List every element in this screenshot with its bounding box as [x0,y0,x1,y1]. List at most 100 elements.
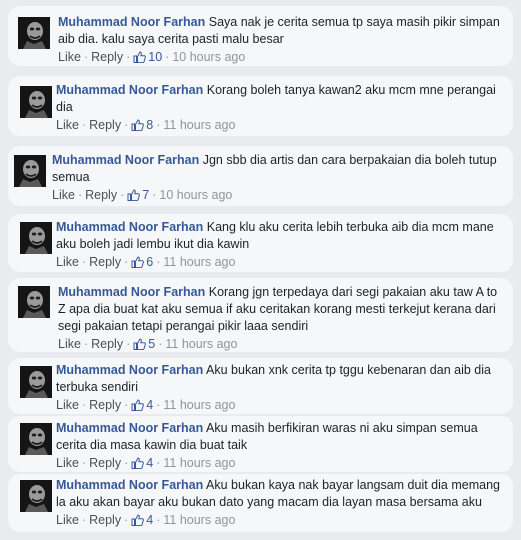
like-count-value: 4 [146,513,154,527]
reply-link[interactable]: Reply [89,118,121,132]
comment: Muhammad Noor Farhan Korang boleh tanya … [8,76,513,136]
separator-dot: · [81,456,87,470]
separator-dot: · [120,188,125,202]
separator-dot: · [126,337,131,351]
timestamp[interactable]: 11 hours ago [163,255,235,269]
thumbs-up-icon [133,338,147,350]
comment-text-line: Muhammad Noor Farhan Aku bukan xnk cerit… [56,362,502,396]
separator-dot: · [81,398,87,412]
timestamp[interactable]: 10 hours ago [159,188,232,202]
timestamp[interactable]: 10 hours ago [172,50,245,64]
avatar[interactable] [20,86,52,118]
comment-text-line: Muhammad Noor Farhan Saya nak je cerita … [58,14,502,48]
timestamp[interactable]: 11 hours ago [165,337,237,351]
avatar[interactable] [20,480,52,512]
author-name-link[interactable]: Muhammad Noor Farhan [52,153,199,167]
comment-actions: Like · Reply · 4 · 11 hours ago [56,512,502,529]
author-name-link[interactable]: Muhammad Noor Farhan [58,15,205,29]
thumbs-up-icon [131,119,145,131]
like-count[interactable]: 7 [127,188,149,202]
thumbs-up-icon [131,457,145,469]
like-count-value: 10 [148,50,163,64]
separator-dot: · [165,50,170,64]
reply-link[interactable]: Reply [89,255,121,269]
avatar[interactable] [18,286,50,318]
avatar-face-icon [20,222,52,254]
like-link[interactable]: Like [56,398,79,412]
like-count[interactable]: 4 [131,513,153,527]
avatar-face-icon [18,286,50,318]
comment-text-line: Muhammad Noor Farhan Jgn sbb dia artis d… [52,152,502,186]
separator-dot: · [156,398,161,412]
comment-text-line: Muhammad Noor Farhan Kang klu aku cerita… [56,219,502,253]
thumbs-up-icon [131,399,145,411]
reply-link[interactable]: Reply [85,188,117,202]
like-count[interactable]: 4 [131,398,153,412]
separator-dot: · [156,118,161,132]
author-name-link[interactable]: Muhammad Noor Farhan [56,421,203,435]
separator-dot: · [83,337,89,351]
author-name-link[interactable]: Muhammad Noor Farhan [56,478,203,492]
comment-actions: Like · Reply · 7 · 10 hours ago [52,187,502,204]
avatar-face-icon [18,17,50,49]
reply-link[interactable]: Reply [89,456,121,470]
like-link[interactable]: Like [56,456,79,470]
like-link[interactable]: Like [56,255,79,269]
like-link[interactable]: Like [56,513,79,527]
avatar-face-icon [20,366,52,398]
separator-dot: · [81,255,87,269]
like-count-value: 6 [146,255,154,269]
comment-text-line: Muhammad Noor Farhan Korang jgn terpeday… [58,284,504,335]
reply-link[interactable]: Reply [89,398,121,412]
author-name-link[interactable]: Muhammad Noor Farhan [56,363,203,377]
like-count-value: 7 [142,188,150,202]
like-count[interactable]: 4 [131,456,153,470]
like-link[interactable]: Like [56,118,79,132]
author-name-link[interactable]: Muhammad Noor Farhan [58,285,205,299]
separator-dot: · [124,456,129,470]
separator-dot: · [83,50,89,64]
like-count-value: 5 [148,337,156,351]
comment: Muhammad Noor Farhan Aku masih berfikira… [8,416,513,472]
avatar[interactable] [20,423,52,455]
separator-dot: · [124,398,129,412]
separator-dot: · [77,188,83,202]
separator-dot: · [81,118,87,132]
like-link[interactable]: Like [58,50,81,64]
separator-dot: · [158,337,163,351]
timestamp[interactable]: 11 hours ago [163,398,235,412]
separator-dot: · [126,50,131,64]
reply-link[interactable]: Reply [91,50,123,64]
comment-actions: Like · Reply · 10 · 10 hours ago [58,49,502,66]
author-name-link[interactable]: Muhammad Noor Farhan [56,220,203,234]
like-link[interactable]: Like [58,337,81,351]
author-name-link[interactable]: Muhammad Noor Farhan [56,83,203,97]
separator-dot: · [124,118,129,132]
comment: Muhammad Noor Farhan Saya nak je cerita … [8,6,513,66]
comment-text-line: Muhammad Noor Farhan Aku bukan kaya nak … [56,477,502,511]
like-count[interactable]: 6 [131,255,153,269]
like-count-value: 4 [146,398,154,412]
comment-actions: Like · Reply · 4 · 11 hours ago [56,397,502,414]
timestamp[interactable]: 11 hours ago [163,513,235,527]
comment: Muhammad Noor Farhan Kang klu aku cerita… [8,214,513,272]
comment-text-line: Muhammad Noor Farhan Aku masih berfikira… [56,420,502,454]
avatar[interactable] [20,366,52,398]
separator-dot: · [124,255,129,269]
avatar-face-icon [20,480,52,512]
avatar[interactable] [14,155,46,187]
reply-link[interactable]: Reply [91,337,123,351]
like-count[interactable]: 5 [133,337,155,351]
like-link[interactable]: Like [52,188,75,202]
comment: Muhammad Noor Farhan Aku bukan kaya nak … [8,474,513,532]
timestamp[interactable]: 11 hours ago [163,456,235,470]
like-count[interactable]: 8 [131,118,153,132]
like-count[interactable]: 10 [133,50,162,64]
avatar-face-icon [14,155,46,187]
avatar[interactable] [18,17,50,49]
avatar[interactable] [20,222,52,254]
comment-actions: Like · Reply · 5 · 11 hours ago [58,336,504,353]
reply-link[interactable]: Reply [89,513,121,527]
timestamp[interactable]: 11 hours ago [163,118,235,132]
like-count-value: 8 [146,118,154,132]
